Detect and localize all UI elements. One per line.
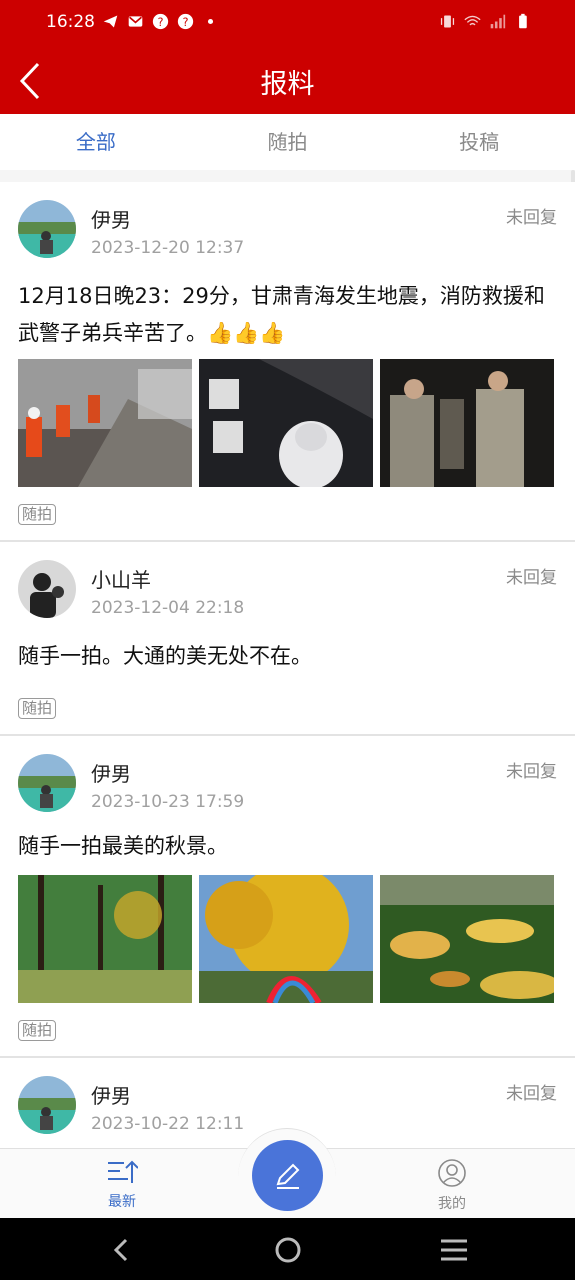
system-back-button[interactable] [104,1232,140,1268]
post-feed: 伊男 2023-12-20 12:37 未回复 12月18日晚23：29分，甘肃… [0,182,575,1178]
fallen-leaves-photo [380,875,554,1003]
page-title: 报料 [260,69,315,100]
help-icon: ? [177,13,194,30]
tab-snapshot[interactable]: 随拍 [192,114,384,170]
reply-status: 未回复 [506,1084,557,1104]
svg-text:?: ? [183,16,189,29]
battery-icon [519,13,527,29]
vibrate-icon [440,15,455,28]
svg-text:?: ? [158,16,164,29]
post-image[interactable] [18,875,192,1003]
post-date: 2023-10-23 17:59 [91,792,245,812]
ping-an-poster-photo [199,359,373,487]
list-item[interactable]: 小山羊 2023-12-04 22:18 未回复 随手一拍。大通的美无处不在。 … [0,542,575,736]
status-left-icons: ? ? [102,13,219,30]
soldiers-night-photo [380,359,554,487]
post-date: 2023-12-04 22:18 [91,598,245,618]
gmail-icon [128,16,143,27]
signal-icon [490,14,506,29]
category-tag: 随拍 [18,1020,57,1041]
system-nav-bar [0,1218,575,1280]
help-icon: ? [152,13,169,30]
avatar[interactable] [18,200,76,258]
nav-mine-label: 我的 [438,1196,466,1212]
list-item[interactable]: 伊男 2023-10-23 17:59 未回复 随手一拍最美的秋景。 随拍 [0,736,575,1058]
post-content[interactable]: 随手一拍最美的秋景。 [18,828,558,865]
reply-status: 未回复 [506,762,557,782]
user-name[interactable]: 伊男 [91,1080,131,1109]
user-name[interactable]: 伊男 [91,758,131,787]
ginkgo-tree-photo [199,875,373,1003]
post-image[interactable] [380,875,554,1003]
latest-icon [108,1160,139,1183]
tab-all[interactable]: 全部 [0,114,192,170]
nav-latest[interactable]: 最新 [82,1159,162,1211]
compose-button[interactable] [252,1140,323,1211]
pencil-icon [276,1163,299,1189]
post-image[interactable] [199,875,373,1003]
category-tag: 随拍 [18,504,57,525]
status-bar: 16:28 ? ? [0,0,575,46]
nav-latest-label: 最新 [108,1194,136,1210]
back-icon [113,1238,128,1262]
avatar[interactable] [18,560,76,618]
user-icon [438,1159,466,1187]
post-content[interactable]: 12月18日晚23：29分，甘肃青海发生地震，消防救援和武警子弟兵辛苦了。👍👍👍 [18,278,558,352]
post-image[interactable] [18,359,192,487]
tab-bar: 全部 随拍 投稿 [0,114,575,170]
post-date: 2023-12-20 12:37 [91,238,245,258]
status-right-icons [439,13,531,30]
status-time: 16:28 [46,12,95,32]
user-name[interactable]: 小山羊 [91,564,151,593]
wifi-off-icon [464,15,481,26]
system-menu-button[interactable] [436,1232,472,1268]
reply-status: 未回复 [506,208,557,228]
avatar[interactable] [18,754,76,812]
home-icon [275,1237,301,1263]
avatar[interactable] [18,1076,76,1134]
tab-submission[interactable]: 投稿 [383,114,575,170]
post-content[interactable]: 随手一拍。大通的美无处不在。 [18,638,558,675]
post-date: 2023-10-22 12:11 [91,1114,245,1134]
category-tag: 随拍 [18,698,57,719]
telegram-icon [103,15,118,28]
firefighters-rubble-photo [18,359,192,487]
app-screen: 16:28 ? ? 报料 全部 随拍 投稿 伊男 2023-12-20 12:3… [0,0,575,1280]
post-images [18,875,556,1003]
system-home-button[interactable] [270,1232,306,1268]
post-images [18,359,556,487]
dot-icon [207,18,214,25]
nav-mine[interactable]: 我的 [412,1159,492,1213]
post-image[interactable] [380,359,554,487]
header-bar: 16:28 ? ? 报料 [0,0,575,114]
reply-status: 未回复 [506,568,557,588]
list-item[interactable]: 伊男 2023-12-20 12:37 未回复 12月18日晚23：29分，甘肃… [0,182,575,542]
menu-icon [441,1239,467,1261]
tab-divider [0,170,575,182]
autumn-forest-photo [18,875,192,1003]
user-name[interactable]: 伊男 [91,204,131,233]
post-image[interactable] [199,359,373,487]
